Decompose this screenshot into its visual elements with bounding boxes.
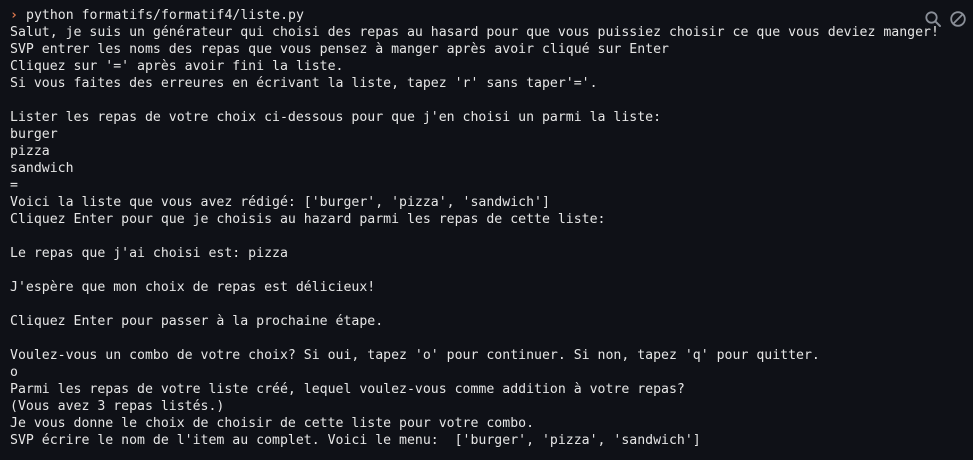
output-line: Cliquez Enter pour que je choisis au haz… <box>10 212 606 227</box>
output-line: J'espère que mon choix de repas est déli… <box>10 280 376 295</box>
output-line: Voulez-vous un combo de votre choix? Si … <box>10 348 820 363</box>
command-line: › python formatifs/formatif4/liste.py <box>10 7 973 24</box>
output-line: sandwich <box>10 161 74 176</box>
search-icon[interactable] <box>924 10 942 28</box>
output-line: Le repas que j'ai choisi est: pizza <box>10 246 288 261</box>
output-line: Cliquez sur '=' après avoir fini la list… <box>10 59 344 74</box>
output-line: SVP entrer les noms des repas que vous p… <box>10 42 669 57</box>
output-line: burger <box>10 127 58 142</box>
output-line: Voici la liste que vous avez rédigé: ['b… <box>10 195 550 210</box>
output-line: Salut, je suis un générateur qui choisi … <box>10 25 939 40</box>
clear-terminal-icon[interactable] <box>949 10 967 28</box>
output-line: Lister les repas de votre choix ci-desso… <box>10 110 662 125</box>
output-line: Cliquez Enter pour passer à la prochaine… <box>10 314 384 329</box>
output-line: = <box>10 178 18 193</box>
output-line: (Vous avez 3 repas listés.) <box>10 399 225 414</box>
output-line: Si vous faites des erreures en écrivant … <box>10 76 598 91</box>
command-text: python formatifs/formatif4/liste.py <box>26 8 304 23</box>
output-line: o <box>10 365 18 380</box>
terminal-output: Salut, je suis un générateur qui choisi … <box>10 24 973 449</box>
terminal-window[interactable]: › python formatifs/formatif4/liste.py Sal… <box>0 0 973 460</box>
prompt-chevron-icon: › <box>10 8 18 23</box>
output-line: Parmi les repas de votre liste créé, leq… <box>10 382 685 397</box>
output-line: SVP écrire le nom de l'item au complet. … <box>10 433 701 448</box>
output-line: Je vous donne le choix de choisir de cet… <box>10 416 535 431</box>
output-line: pizza <box>10 144 50 159</box>
